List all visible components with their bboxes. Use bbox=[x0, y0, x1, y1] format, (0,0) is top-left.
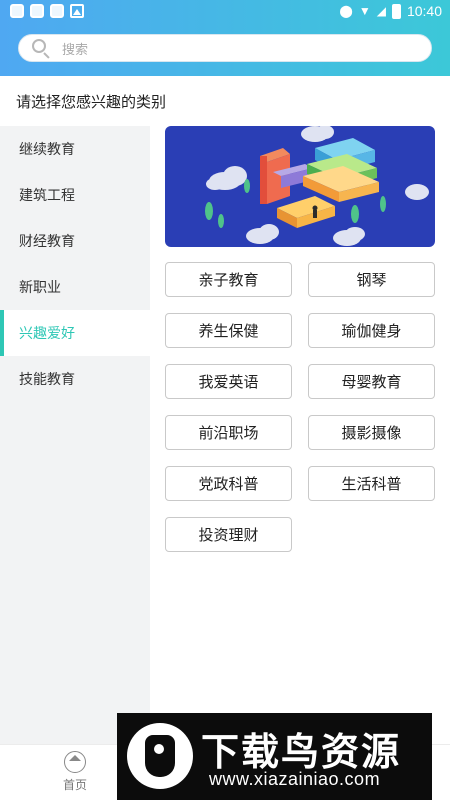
home-icon bbox=[64, 751, 86, 773]
tag-health[interactable]: 养生保健 bbox=[165, 313, 292, 348]
tag-english[interactable]: 我爱英语 bbox=[165, 364, 292, 399]
books-illustration bbox=[205, 126, 429, 246]
image-icon bbox=[70, 4, 84, 18]
nav-home[interactable]: 首页 bbox=[45, 751, 105, 793]
tag-label: 钢琴 bbox=[356, 271, 387, 289]
notification-square-icon bbox=[50, 4, 64, 18]
search-bar[interactable]: 搜索 bbox=[18, 34, 432, 62]
tag-label: 党政科普 bbox=[198, 475, 259, 493]
battery-icon bbox=[391, 3, 401, 19]
bird-logo-icon bbox=[127, 723, 193, 789]
search-placeholder: 搜索 bbox=[62, 42, 89, 58]
tag-label: 生活科普 bbox=[341, 475, 402, 493]
tag-label: 摄影摄像 bbox=[341, 424, 402, 442]
sidebar-item-new-occupation[interactable]: 新职业 bbox=[0, 264, 150, 310]
tag-label: 前沿职场 bbox=[198, 424, 259, 442]
tag-photography[interactable]: 摄影摄像 bbox=[308, 415, 435, 450]
watermark-overlay: 下载鸟资源 www.xiazainiao.com bbox=[117, 713, 432, 800]
sidebar-item-label: 建筑工程 bbox=[19, 188, 75, 204]
tag-label: 母婴教育 bbox=[341, 373, 402, 391]
tag-yoga-fitness[interactable]: 瑜伽健身 bbox=[308, 313, 435, 348]
category-banner[interactable] bbox=[165, 126, 435, 247]
sidebar-item-label: 技能教育 bbox=[19, 372, 75, 388]
tag-political-science[interactable]: 党政科普 bbox=[165, 466, 292, 501]
tag-label: 瑜伽健身 bbox=[341, 322, 402, 340]
category-sidebar: 继续教育 建筑工程 财经教育 新职业 兴趣爱好 技能教育 bbox=[0, 126, 150, 744]
sidebar-item-skills[interactable]: 技能教育 bbox=[0, 356, 150, 402]
location-icon: ⬤ bbox=[339, 4, 353, 18]
signal-icon: ◢ bbox=[376, 4, 386, 18]
status-bar: ⬤ ▼ ◢ 10:40 bbox=[0, 0, 450, 24]
tag-piano[interactable]: 钢琴 bbox=[308, 262, 435, 297]
tag-life-science[interactable]: 生活科普 bbox=[308, 466, 435, 501]
tag-label: 投资理财 bbox=[198, 526, 259, 544]
sidebar-item-hobbies[interactable]: 兴趣爱好 bbox=[0, 310, 150, 356]
tag-career[interactable]: 前沿职场 bbox=[165, 415, 292, 450]
watermark-url: www.xiazainiao.com bbox=[209, 769, 381, 789]
tag-label: 养生保健 bbox=[198, 322, 259, 340]
wifi-icon: ▼ bbox=[358, 4, 371, 18]
sidebar-item-finance[interactable]: 财经教育 bbox=[0, 218, 150, 264]
sidebar-item-label: 继续教育 bbox=[19, 142, 75, 158]
watermark-title: 下载鸟资源 bbox=[201, 730, 402, 774]
sidebar-item-label: 兴趣爱好 bbox=[19, 326, 75, 342]
tag-label: 我爱英语 bbox=[198, 373, 259, 391]
sidebar-item-construction[interactable]: 建筑工程 bbox=[0, 172, 150, 218]
status-time: 10:40 bbox=[406, 3, 442, 19]
search-icon bbox=[30, 37, 52, 59]
tag-label: 亲子教育 bbox=[198, 271, 259, 289]
notification-square-icon bbox=[10, 4, 24, 18]
nav-home-label: 首页 bbox=[62, 778, 87, 792]
notification-square-icon bbox=[30, 4, 44, 18]
status-bar-system: ⬤ ▼ ◢ 10:40 bbox=[339, 2, 442, 20]
category-prompt: 请选择您感兴趣的类别 bbox=[16, 93, 167, 111]
tag-parenting[interactable]: 亲子教育 bbox=[165, 262, 292, 297]
tag-investment[interactable]: 投资理财 bbox=[165, 517, 292, 552]
sidebar-item-label: 财经教育 bbox=[19, 234, 75, 250]
status-bar-notifications bbox=[10, 4, 84, 18]
app-header: ⬤ ▼ ◢ 10:40 搜索 bbox=[0, 0, 450, 76]
sidebar-item-label: 新职业 bbox=[19, 280, 61, 296]
tag-maternal-infant[interactable]: 母婴教育 bbox=[308, 364, 435, 399]
sidebar-item-continuing-education[interactable]: 继续教育 bbox=[0, 126, 150, 172]
